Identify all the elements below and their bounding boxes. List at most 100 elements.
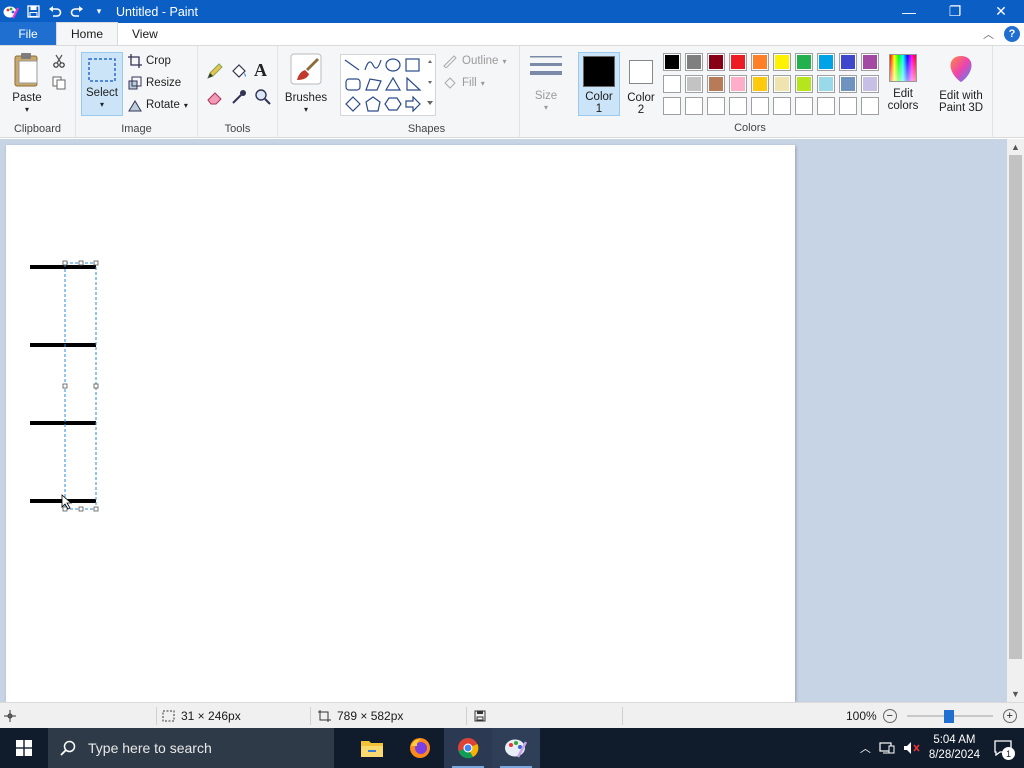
- line-shape-icon[interactable]: [344, 59, 360, 71]
- edit-with-paint3d-button[interactable]: Edit with Paint 3D: [930, 54, 992, 114]
- network-icon[interactable]: [879, 741, 895, 755]
- color-swatch[interactable]: [861, 75, 879, 93]
- help-icon[interactable]: ?: [1004, 26, 1020, 42]
- zoom-slider[interactable]: [903, 710, 997, 723]
- color-swatch[interactable]: [729, 53, 747, 71]
- gallery-expand-icon[interactable]: [427, 101, 433, 105]
- pentagon-shape-icon[interactable]: [365, 96, 381, 112]
- magnifier-icon[interactable]: [254, 88, 272, 109]
- color-swatch[interactable]: [729, 75, 747, 93]
- color-swatch[interactable]: [663, 75, 681, 93]
- color2-button[interactable]: Color 2: [622, 52, 660, 116]
- selection-handle[interactable]: [78, 506, 84, 512]
- select-dropdown-icon[interactable]: ▾: [100, 99, 104, 111]
- custom-color-slot[interactable]: [663, 97, 681, 115]
- fill-bucket-icon[interactable]: [230, 62, 248, 83]
- tab-view[interactable]: View: [118, 22, 172, 45]
- color-swatch[interactable]: [795, 75, 813, 93]
- color-swatch[interactable]: [707, 75, 725, 93]
- paint-app-icon[interactable]: [0, 0, 22, 23]
- color-swatch[interactable]: [817, 53, 835, 71]
- rotate-button[interactable]: Rotate ▾: [128, 98, 188, 112]
- text-tool-icon[interactable]: A: [254, 60, 267, 81]
- taskbar-clock[interactable]: 5:04 AM 8/28/2024: [929, 733, 980, 763]
- gallery-scroll-up-icon[interactable]: [428, 60, 432, 63]
- hexagon-shape-icon[interactable]: [384, 97, 402, 111]
- selection-rectangle[interactable]: [62, 260, 99, 512]
- notification-center-icon[interactable]: 1: [988, 728, 1018, 768]
- edit-colors-button[interactable]: Edit colors: [882, 54, 924, 112]
- curve-shape-icon[interactable]: [364, 59, 382, 71]
- zoom-slider-thumb[interactable]: [943, 710, 954, 723]
- save-icon[interactable]: [22, 0, 44, 23]
- start-button[interactable]: [0, 728, 48, 768]
- zoom-level[interactable]: 100%: [846, 709, 877, 723]
- color-swatch[interactable]: [707, 53, 725, 71]
- selection-handle[interactable]: [93, 383, 99, 389]
- diamond-shape-icon[interactable]: [345, 96, 361, 112]
- zoom-out-icon[interactable]: −: [882, 709, 897, 723]
- minimize-button[interactable]: —: [886, 0, 932, 23]
- paint-taskbar-icon[interactable]: [492, 728, 540, 768]
- crop-button[interactable]: Crop: [128, 54, 171, 68]
- fill-button[interactable]: Fill ▾: [442, 76, 485, 90]
- color-swatch[interactable]: [685, 53, 703, 71]
- rounded-rectangle-shape-icon[interactable]: [345, 78, 361, 91]
- selection-handle[interactable]: [93, 506, 99, 512]
- custom-color-slot[interactable]: [707, 97, 725, 115]
- color-swatch[interactable]: [795, 53, 813, 71]
- color-swatch[interactable]: [663, 53, 681, 71]
- custom-color-slot[interactable]: [773, 97, 791, 115]
- selection-handle[interactable]: [62, 260, 68, 266]
- copy-icon[interactable]: [52, 76, 66, 93]
- color-swatch[interactable]: [817, 75, 835, 93]
- custom-color-slot[interactable]: [817, 97, 835, 115]
- color-swatch[interactable]: [839, 53, 857, 71]
- right-triangle-shape-icon[interactable]: [406, 76, 422, 91]
- customize-quick-access-icon[interactable]: ▾: [88, 0, 110, 23]
- cut-icon[interactable]: [52, 54, 66, 71]
- triangle-shape-icon[interactable]: [384, 76, 402, 91]
- eraser-icon[interactable]: [206, 88, 224, 109]
- selection-handle[interactable]: [62, 506, 68, 512]
- tab-home[interactable]: Home: [56, 22, 119, 45]
- volume-muted-icon[interactable]: [903, 741, 921, 755]
- right-arrow-shape-icon[interactable]: [405, 95, 421, 113]
- color-swatch[interactable]: [773, 53, 791, 71]
- size-button[interactable]: Size ▾: [526, 54, 566, 114]
- custom-color-slot[interactable]: [751, 97, 769, 115]
- color-picker-icon[interactable]: [230, 88, 248, 109]
- custom-color-slot[interactable]: [861, 97, 879, 115]
- restore-button[interactable]: ❐: [932, 0, 978, 23]
- custom-color-slot[interactable]: [685, 97, 703, 115]
- show-hidden-icons-icon[interactable]: ︿: [860, 740, 871, 756]
- gallery-scroll-down-icon[interactable]: [428, 81, 432, 84]
- taskbar-search-box[interactable]: Type here to search: [48, 728, 334, 768]
- oval-shape-icon[interactable]: [385, 58, 401, 72]
- selection-handle[interactable]: [93, 260, 99, 266]
- close-button[interactable]: ✕: [978, 0, 1024, 23]
- selection-handle[interactable]: [62, 383, 68, 389]
- vertical-scrollbar[interactable]: ▲ ▼: [1007, 139, 1024, 702]
- select-button[interactable]: Select ▾: [81, 52, 123, 116]
- custom-color-slot[interactable]: [795, 97, 813, 115]
- chrome-taskbar-icon[interactable]: [444, 728, 492, 768]
- color-swatch[interactable]: [685, 75, 703, 93]
- collapse-ribbon-icon[interactable]: ︿: [983, 26, 994, 42]
- pencil-icon[interactable]: [206, 62, 224, 83]
- firefox-taskbar-icon[interactable]: [396, 728, 444, 768]
- color-swatch[interactable]: [751, 53, 769, 71]
- rectangle-shape-icon[interactable]: [405, 58, 420, 72]
- file-explorer-taskbar-icon[interactable]: [348, 728, 396, 768]
- paste-button[interactable]: Paste ▾: [6, 52, 48, 116]
- undo-icon[interactable]: [44, 0, 66, 23]
- color-swatch[interactable]: [861, 53, 879, 71]
- polygon-shape-icon[interactable]: [365, 78, 382, 91]
- color-swatch[interactable]: [839, 75, 857, 93]
- custom-color-slot[interactable]: [729, 97, 747, 115]
- scroll-down-icon[interactable]: ▼: [1007, 686, 1024, 702]
- scrollbar-thumb[interactable]: [1009, 155, 1022, 659]
- tab-file[interactable]: File: [0, 22, 56, 45]
- resize-button[interactable]: Resize: [128, 76, 181, 90]
- color1-button[interactable]: Color 1: [578, 52, 620, 116]
